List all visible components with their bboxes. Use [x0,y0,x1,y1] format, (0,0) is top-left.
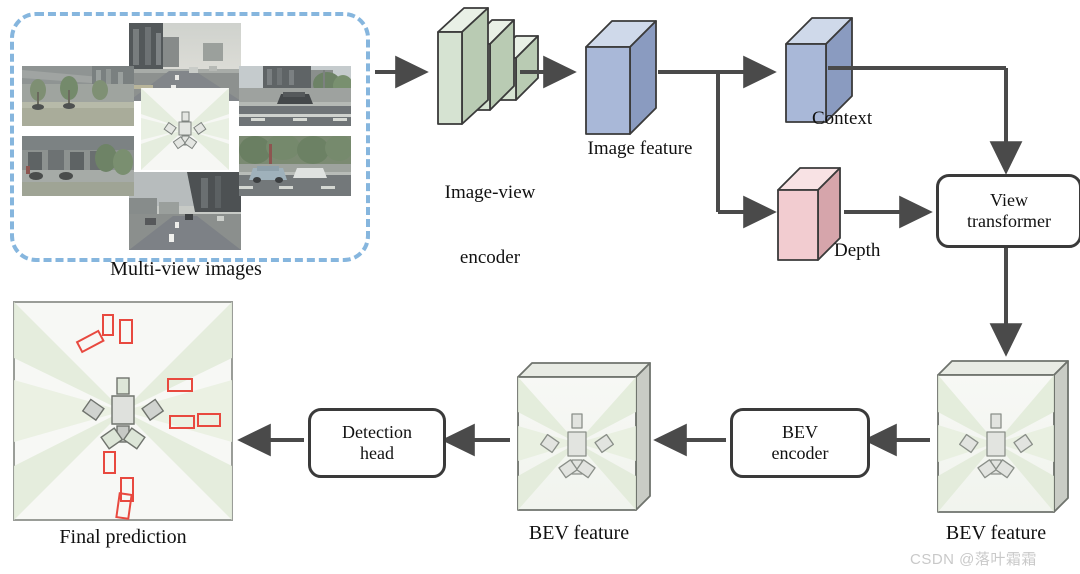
depth-label: Depth [834,240,881,261]
detection-head-line1: Detection [342,421,412,442]
bev-feature-right-label: BEV feature [945,522,1047,544]
thumbnail-back-right-camera [239,136,351,196]
image-view-encoder-label-line2: encoder [459,247,521,269]
detection-head-node[interactable]: Detection head [308,408,446,478]
multi-view-images-label: Multi-view images [110,258,262,280]
bev-encoder-line1: BEV [782,421,818,442]
context-label: Context [812,108,873,129]
depth-block [777,167,841,261]
view-transformer-line1: View [990,189,1028,210]
bev-encoder-node[interactable]: BEV encoder [730,408,870,478]
thumbnail-front-right-camera [239,66,351,126]
view-transformer-node[interactable]: View transformer [936,174,1080,248]
watermark: CSDN @落叶霜霜 [910,551,1037,568]
thumbnail-back-left-camera [22,136,134,196]
detection-boxes [75,314,221,520]
detection-head-label: Detection head [311,411,443,475]
diagram-canvas: Multi-view images View transformer BEV e… [0,0,1080,574]
image-feature-label: Image feature [587,138,693,159]
image-view-encoder-block [437,7,539,125]
thumbnail-back-camera [129,172,241,250]
multi-view-center-bev-map [141,88,229,170]
detection-head-line2: head [360,443,394,463]
bev-encoder-label: BEV encoder [733,411,867,475]
context-block [785,17,853,123]
view-transformer-label: View transformer [939,177,1079,245]
bev-encoder-line2: encoder [771,443,829,463]
image-feature-block [585,20,657,135]
image-view-encoder-label: Image-view encoder [412,138,568,313]
image-view-encoder-label-line1: Image-view [444,181,536,203]
bev-feature-mid-label: BEV feature [528,522,630,544]
bev-feature-mid-block [517,362,651,511]
final-prediction-label: Final prediction [59,526,187,548]
view-transformer-line2: transformer [967,211,1051,231]
final-prediction-map [13,301,233,521]
bev-feature-right-block [937,360,1069,513]
thumbnail-front-left-camera [22,66,134,126]
